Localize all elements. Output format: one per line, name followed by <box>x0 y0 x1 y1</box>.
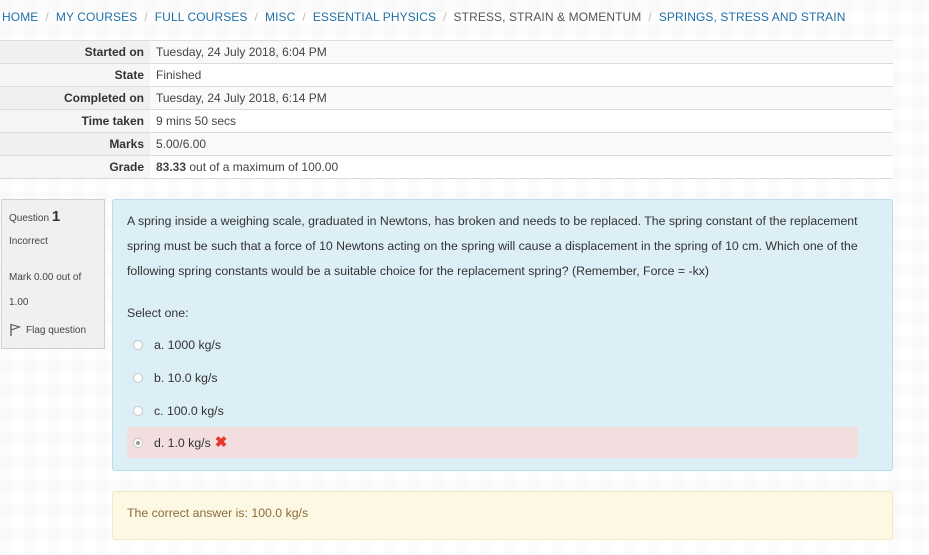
breadcrumb-home[interactable]: HOME <box>2 10 38 24</box>
correct-answer-feedback: The correct answer is: 100.0 kg/s <box>112 491 893 540</box>
answer-option-label: c. 100.0 kg/s <box>154 403 224 418</box>
flag-icon <box>10 323 21 336</box>
question-mark-line1: Mark 0.00 out of <box>9 272 82 283</box>
summary-label: State <box>0 63 150 87</box>
breadcrumb-full-courses[interactable]: FULL COURSES <box>155 10 248 24</box>
question-info-panel: Question 1 Incorrect Mark 0.00 out of 1.… <box>1 199 105 349</box>
radio-button-c[interactable] <box>133 405 143 416</box>
summary-value: 83.33 out of a maximum of 100.00 <box>150 155 893 179</box>
breadcrumb-my-courses[interactable]: MY COURSES <box>56 10 137 24</box>
summary-label: Time taken <box>0 109 150 133</box>
grade-maximum: out of a maximum of 100.00 <box>189 160 339 174</box>
question-text: A spring inside a weighing scale, gradua… <box>127 214 858 278</box>
summary-label: Started on <box>0 40 150 64</box>
question-number-value: 1 <box>51 208 61 225</box>
question-number: Question 1 <box>9 208 97 225</box>
question-mark: Mark 0.00 out of 1.00 <box>9 265 97 315</box>
summary-value: Tuesday, 24 July 2018, 6:14 PM <box>150 86 893 110</box>
summary-row-completed-on: Completed on Tuesday, 24 July 2018, 6:14… <box>0 86 893 110</box>
breadcrumb-separator: / <box>144 10 148 24</box>
select-one-prompt: Select one: <box>127 306 189 320</box>
answer-option-a[interactable]: a. 1000 kg/s <box>127 329 858 360</box>
radio-button-b[interactable] <box>133 372 143 383</box>
breadcrumb: HOME / MY COURSES / FULL COURSES / MISC / ESSENT… <box>2 10 845 24</box>
summary-row-started-on: Started on Tuesday, 24 July 2018, 6:04 P… <box>0 40 893 64</box>
summary-row-marks: Marks 5.00/6.00 <box>0 132 893 156</box>
flag-question-button[interactable]: Flag question <box>9 323 97 337</box>
question-label: Question <box>9 213 50 224</box>
answer-option-label: d. 1.0 kg/s <box>154 435 211 450</box>
summary-value: 9 mins 50 secs <box>150 109 893 133</box>
breadcrumb-separator: / <box>648 10 652 24</box>
breadcrumb-separator: / <box>443 10 447 24</box>
breadcrumb-separator: / <box>45 10 49 24</box>
summary-value: Finished <box>150 63 893 87</box>
answer-option-b[interactable]: b. 10.0 kg/s <box>127 362 858 393</box>
question-state: Incorrect <box>9 236 48 247</box>
summary-label: Completed on <box>0 86 150 110</box>
question-mark-line2: 1.00 <box>9 297 29 308</box>
radio-button-a[interactable] <box>133 339 143 350</box>
breadcrumb-separator: / <box>302 10 306 24</box>
breadcrumb-stress-strain-momentum: STRESS, STRAIN & MOMENTUM <box>453 10 642 24</box>
answer-option-d[interactable]: d. 1.0 kg/s ✖ <box>127 427 858 458</box>
summary-row-time-taken: Time taken 9 mins 50 secs <box>0 109 893 133</box>
question-content-panel: A spring inside a weighing scale, gradua… <box>112 199 893 471</box>
answer-option-label: b. 10.0 kg/s <box>154 370 218 385</box>
breadcrumb-misc[interactable]: MISC <box>265 10 295 24</box>
attempt-summary-table: Started on Tuesday, 24 July 2018, 6:04 P… <box>0 40 893 179</box>
summary-row-state: State Finished <box>0 63 893 87</box>
answer-option-label: a. 1000 kg/s <box>154 337 221 352</box>
breadcrumb-separator: / <box>254 10 258 24</box>
grade-score: 83.33 <box>156 160 187 174</box>
summary-row-grade: Grade 83.33 out of a maximum of 100.00 <box>0 155 893 179</box>
cross-mark-icon: ✖ <box>214 434 228 451</box>
summary-label: Grade <box>0 155 150 179</box>
summary-value: Tuesday, 24 July 2018, 6:04 PM <box>150 40 893 64</box>
answer-option-c[interactable]: c. 100.0 kg/s <box>127 395 858 426</box>
summary-label: Marks <box>0 132 150 156</box>
radio-button-d[interactable] <box>133 437 143 448</box>
breadcrumb-springs-stress-strain[interactable]: SPRINGS, STRESS AND STRAIN <box>659 10 846 24</box>
breadcrumb-essential-physics[interactable]: ESSENTIAL PHYSICS <box>313 10 436 24</box>
flag-question-label: Flag question <box>26 324 87 336</box>
summary-value: 5.00/6.00 <box>150 132 893 156</box>
